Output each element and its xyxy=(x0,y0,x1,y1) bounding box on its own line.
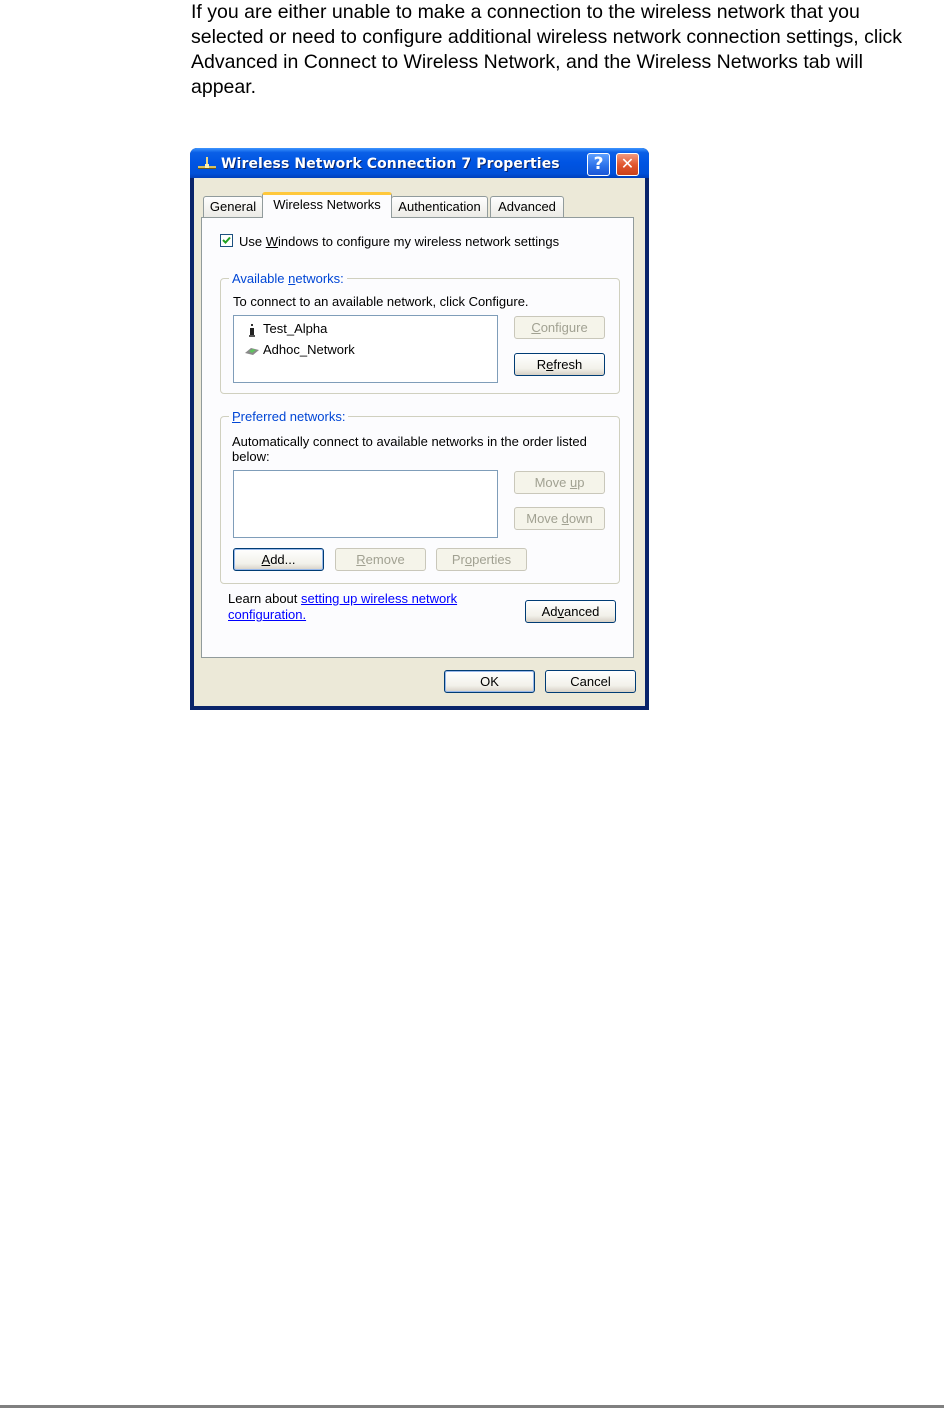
configure-button[interactable]: Configure xyxy=(514,316,605,339)
dialog-title: Wireless Network Connection 7 Properties xyxy=(221,156,560,172)
learn-about-text: Learn about setting up wireless network … xyxy=(228,591,458,622)
preferred-networks-instruction: Automatically connect to available netwo… xyxy=(232,434,587,464)
checkmark-icon xyxy=(222,236,231,244)
available-networks-list[interactable]: Test_Alpha Adhoc_Network xyxy=(233,315,498,383)
properties-button[interactable]: Properties xyxy=(436,548,527,571)
add-button[interactable]: Add... xyxy=(233,548,324,571)
list-item[interactable]: Test_Alpha xyxy=(244,320,327,337)
move-down-button[interactable]: Move down xyxy=(514,507,605,530)
available-networks-instruction: To connect to an available network, clic… xyxy=(233,294,529,309)
available-networks-group: Available networks: To connect to an ava… xyxy=(220,271,620,394)
dialog-client-area: General Wireless Networks Authentication… xyxy=(194,178,645,706)
advanced-button[interactable]: Advanced xyxy=(525,600,616,623)
list-item[interactable]: Adhoc_Network xyxy=(244,341,355,358)
preferred-networks-list[interactable] xyxy=(233,470,498,538)
tab-wireless-networks[interactable]: Wireless Networks xyxy=(262,192,392,218)
tab-general[interactable]: General xyxy=(203,196,263,217)
refresh-button[interactable]: Refresh xyxy=(514,353,605,376)
adhoc-network-icon xyxy=(245,347,259,355)
properties-dialog: Wireless Network Connection 7 Properties… xyxy=(190,148,649,710)
cancel-button[interactable]: Cancel xyxy=(545,670,636,693)
use-windows-label[interactable]: Use Windows to configure my wireless net… xyxy=(239,234,559,249)
setup-wireless-link-continued[interactable]: configuration. xyxy=(228,607,306,622)
preferred-networks-group: Preferred networks: Automatically connec… xyxy=(220,409,620,584)
tab-authentication[interactable]: Authentication xyxy=(391,196,488,217)
title-bar[interactable]: Wireless Network Connection 7 Properties… xyxy=(190,148,649,178)
tab-advanced[interactable]: Advanced xyxy=(490,196,564,217)
network-connection-icon xyxy=(198,157,216,169)
remove-button[interactable]: Remove xyxy=(335,548,426,571)
intro-paragraph: If you are either unable to make a conne… xyxy=(191,1,903,98)
move-up-button[interactable]: Move up xyxy=(514,471,605,494)
help-button[interactable]: ? xyxy=(587,153,610,176)
available-networks-legend: Available networks: xyxy=(229,271,347,286)
wireless-networks-panel: Use Windows to configure my wireless net… xyxy=(201,217,634,658)
setup-wireless-link[interactable]: setting up wireless network xyxy=(301,591,457,606)
close-button[interactable]: ✕ xyxy=(616,153,639,176)
ok-button[interactable]: OK xyxy=(444,670,535,693)
preferred-networks-legend: Preferred networks: xyxy=(229,409,349,424)
access-point-icon xyxy=(249,323,255,337)
use-windows-checkbox[interactable] xyxy=(220,234,233,247)
